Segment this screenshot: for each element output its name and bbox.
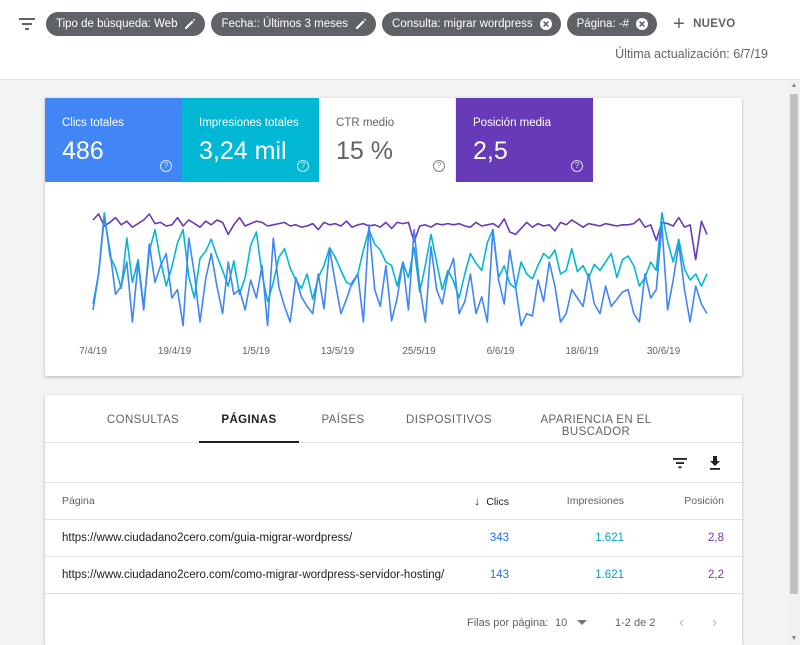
- pencil-icon[interactable]: [354, 17, 368, 31]
- metric-average-position[interactable]: Posición media 2,5 ?: [456, 98, 593, 182]
- line-chart-svg: 7/4/19 19/4/19 1/5/19 13/5/19 25/5/19 6/6/19 1…: [79, 211, 708, 357]
- metric-total-clicks[interactable]: Clics totales 486 ?: [45, 98, 182, 182]
- tab-countries[interactable]: PAÍSES: [299, 395, 387, 443]
- scroll-up-arrow-icon[interactable]: ▲: [788, 80, 800, 92]
- scroll-down-arrow-icon[interactable]: ▼: [788, 633, 800, 645]
- filter-chip-date[interactable]: Fecha:: Últimos 3 meses: [211, 12, 377, 36]
- metric-average-ctr[interactable]: CTR medio 15 % ?: [319, 98, 456, 182]
- page-scrollbar[interactable]: ▲ ▼: [788, 80, 800, 645]
- results-table-card: CONSULTAS PÁGINAS PAÍSES DISPOSITIVOS AP…: [45, 395, 742, 645]
- table-header-row: Página ↓ Clics Impresiones Posición: [45, 483, 742, 520]
- help-icon[interactable]: ?: [297, 160, 309, 172]
- filter-chip-page[interactable]: Página: -#: [566, 12, 658, 36]
- x-tick-label: 18/6/19: [565, 346, 599, 357]
- download-icon[interactable]: [707, 455, 723, 471]
- metric-label: Posición media: [473, 117, 551, 129]
- performance-chart: 7/4/19 19/4/19 1/5/19 13/5/19 25/5/19 6/6/19 1…: [45, 182, 742, 376]
- tab-search-appearance[interactable]: APARIENCIA EN EL BUSCADOR: [511, 395, 681, 443]
- column-header-position[interactable]: Posición: [684, 483, 724, 520]
- pencil-icon[interactable]: [183, 17, 197, 31]
- page-url[interactable]: https://www.ciudadano2cero.com/guia-migr…: [62, 520, 352, 557]
- plus-icon: +: [673, 13, 686, 35]
- clicks-value: 343: [489, 532, 509, 544]
- position-value: 2,8: [708, 532, 724, 544]
- clicks-value: 143: [489, 569, 509, 581]
- metric-label: CTR medio: [336, 117, 395, 129]
- rows-per-page-select[interactable]: 10: [555, 617, 567, 629]
- new-filter-button[interactable]: + NUEVO: [673, 14, 735, 34]
- help-icon[interactable]: ?: [433, 160, 445, 172]
- close-icon[interactable]: [539, 17, 553, 31]
- page-url[interactable]: https://www.ciudadano2cero.com/como-migr…: [62, 557, 444, 594]
- close-icon[interactable]: [635, 17, 649, 31]
- x-tick-label: 25/5/19: [402, 346, 436, 357]
- previous-page-icon[interactable]: ‹: [679, 614, 684, 632]
- tab-pages[interactable]: PÁGINAS: [199, 395, 299, 443]
- position-value: 2,2: [708, 569, 724, 581]
- x-tick-label: 7/4/19: [79, 346, 107, 357]
- metric-cards: Clics totales 486 ? Impresiones totales …: [45, 98, 742, 182]
- column-header-impressions[interactable]: Impresiones: [567, 483, 624, 520]
- table-row[interactable]: https://www.ciudadano2cero.com/como-migr…: [45, 557, 742, 594]
- pagination: Filas por página: 10 1-2 de 2 ‹ ›: [45, 606, 742, 645]
- filter-bar: Tipo de búsqueda: Web Fecha:: Últimos 3 …: [0, 0, 800, 80]
- table-row[interactable]: https://www.ciudadano2cero.com/guia-migr…: [45, 520, 742, 557]
- metric-total-impressions[interactable]: Impresiones totales 3,24 mil ?: [182, 98, 319, 182]
- impressions-value: 1.621: [595, 569, 624, 581]
- help-icon[interactable]: ?: [160, 160, 172, 172]
- x-tick-label: 19/4/19: [158, 346, 192, 357]
- x-tick-label: 30/6/19: [647, 346, 681, 357]
- x-tick-label: 6/6/19: [487, 346, 515, 357]
- next-page-icon[interactable]: ›: [712, 614, 717, 632]
- series-line-position: [92, 213, 708, 261]
- table-toolbar: [45, 443, 742, 483]
- metric-label: Clics totales: [62, 117, 124, 129]
- x-tick-label: 13/5/19: [321, 346, 355, 357]
- impressions-value: 1.621: [595, 532, 624, 544]
- series-layer: [92, 211, 708, 327]
- scroll-thumb[interactable]: [790, 94, 798, 594]
- performance-card: Clics totales 486 ? Impresiones totales …: [45, 98, 742, 376]
- help-icon[interactable]: ?: [571, 160, 583, 172]
- sort-down-arrow-icon: ↓: [474, 494, 481, 508]
- column-header-clicks[interactable]: ↓ Clics: [474, 483, 509, 520]
- x-tick-label: 1/5/19: [242, 346, 270, 357]
- column-header-page[interactable]: Página: [62, 483, 95, 520]
- last-update-text: Última actualización: 6/7/19: [615, 47, 768, 61]
- filter-icon[interactable]: [17, 15, 37, 33]
- filter-rows-icon[interactable]: [672, 455, 688, 471]
- tab-queries[interactable]: CONSULTAS: [87, 395, 199, 443]
- rows-per-page-label: Filas por página:: [467, 617, 549, 629]
- dimension-tabs: CONSULTAS PÁGINAS PAÍSES DISPOSITIVOS AP…: [45, 395, 742, 443]
- filter-chip-query[interactable]: Consulta: migrar wordpress: [382, 12, 561, 36]
- filter-chips: Tipo de búsqueda: Web Fecha:: Últimos 3 …: [46, 12, 735, 36]
- x-axis-ticks: 7/4/19 19/4/19 1/5/19 13/5/19 25/5/19 6/6/19 1…: [79, 346, 681, 357]
- filter-chip-search-type[interactable]: Tipo de búsqueda: Web: [46, 12, 206, 36]
- pagination-range: 1-2 de 2: [615, 617, 656, 629]
- tab-devices[interactable]: DISPOSITIVOS: [387, 395, 511, 443]
- dropdown-caret-icon[interactable]: [577, 620, 587, 625]
- metric-label: Impresiones totales: [199, 117, 299, 129]
